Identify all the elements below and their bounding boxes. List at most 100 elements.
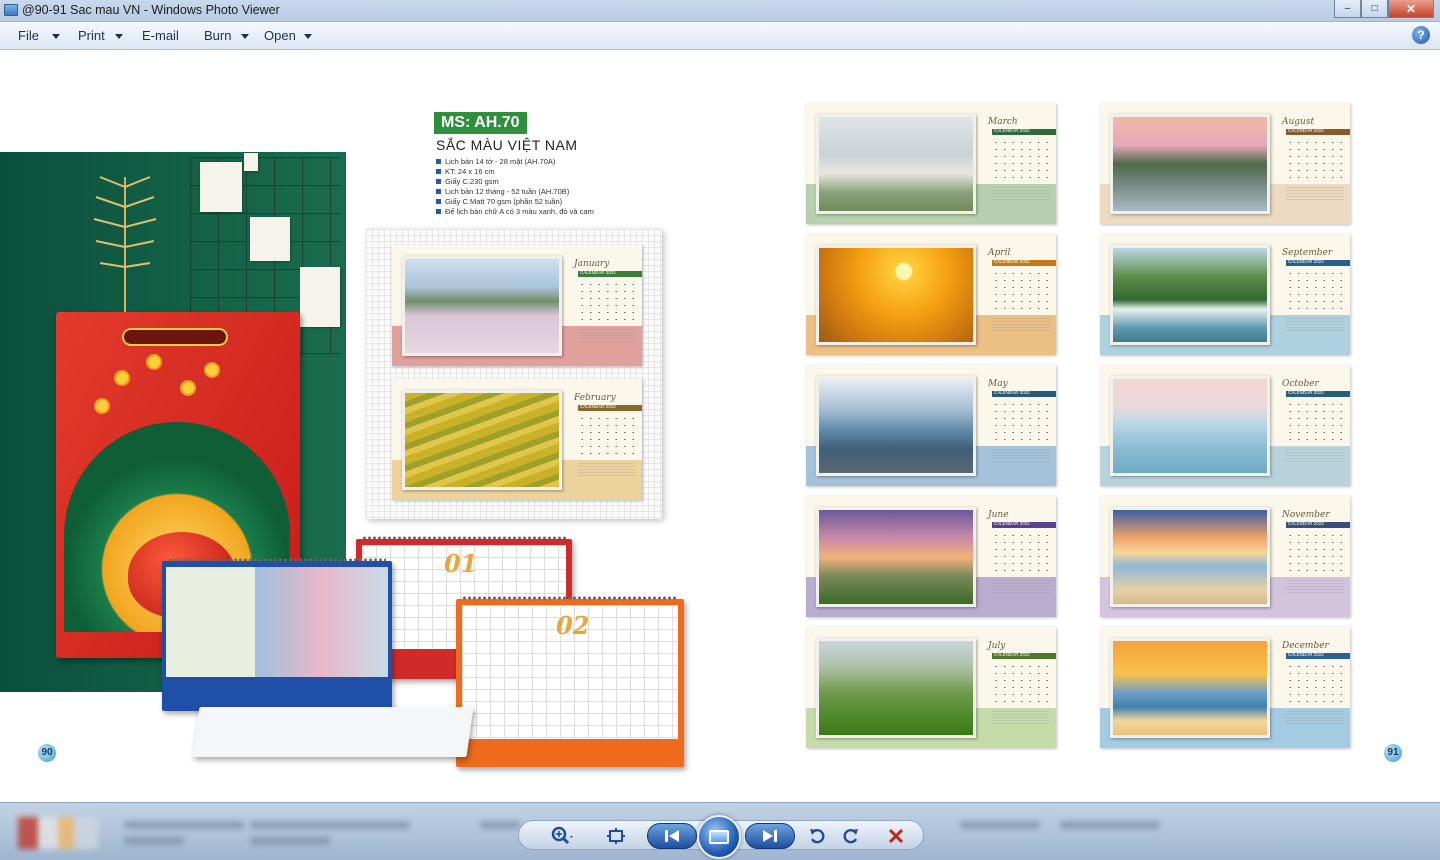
month-name: August bbox=[1282, 117, 1315, 127]
rotate-clockwise-icon bbox=[843, 829, 858, 844]
calendar-page-december: December CALENDAR 2022 bbox=[1100, 627, 1350, 748]
date-grid bbox=[1286, 270, 1346, 312]
date-grid bbox=[1286, 532, 1346, 574]
navigation-controls bbox=[518, 815, 924, 859]
page-number-left: 90 bbox=[38, 744, 56, 762]
previous-icon bbox=[665, 830, 679, 842]
blossom-flower bbox=[116, 372, 128, 384]
zoom-button[interactable] bbox=[545, 824, 581, 848]
product-name: SẮC MÀU VIỆT NAM bbox=[436, 137, 578, 153]
print-dropdown-icon[interactable] bbox=[115, 34, 123, 39]
peach-blossom-page bbox=[166, 567, 388, 677]
spec-item: Lịch bàn 14 tờ - 28 mặt (AH.70A) bbox=[436, 157, 594, 167]
calendar-year-label: CALENDAR 2022 bbox=[994, 652, 1030, 657]
burn-dropdown-icon[interactable] bbox=[241, 34, 249, 39]
calendar-year-label: CALENDAR 2022 bbox=[1288, 521, 1324, 526]
minimize-button[interactable]: – bbox=[1334, 0, 1361, 18]
spec-item: Giấy C.230 gsm bbox=[436, 177, 594, 187]
calendar-year-strip: CALENDAR 2022 bbox=[1286, 390, 1350, 397]
date-grid bbox=[1286, 663, 1346, 705]
photo-viewer-app-icon bbox=[4, 4, 18, 16]
spec-item: Đế lịch bàn chữ A có 3 màu xanh, đỏ và c… bbox=[436, 207, 594, 217]
menu-burn[interactable]: Burn bbox=[204, 28, 231, 43]
next-button[interactable] bbox=[745, 823, 795, 849]
slideshow-button[interactable] bbox=[697, 815, 741, 859]
calendar-year-label: CALENDAR 2022 bbox=[580, 404, 616, 409]
calendar-year-strip: CALENDAR 2022 bbox=[992, 521, 1056, 528]
caption-text bbox=[992, 711, 1050, 725]
page-number-right: 91 bbox=[1384, 744, 1402, 762]
previous-button[interactable] bbox=[647, 823, 697, 849]
actual-size-button[interactable] bbox=[603, 824, 629, 848]
calendar-page-november: November CALENDAR 2022 bbox=[1100, 496, 1350, 617]
spiral-binding bbox=[362, 535, 566, 541]
menu-open-label: Open bbox=[264, 28, 296, 43]
sunrise-sea-photo bbox=[1110, 638, 1270, 738]
date-grid bbox=[992, 139, 1052, 181]
date-grid bbox=[992, 270, 1052, 312]
product-code-badge: MS: AH.70 bbox=[434, 112, 527, 134]
calendar-year-strip: CALENDAR 2022 bbox=[1286, 521, 1350, 528]
month-name: November bbox=[1282, 510, 1330, 520]
rotate-counterclockwise-button[interactable] bbox=[805, 824, 829, 848]
rice-terrace-photo bbox=[402, 390, 562, 490]
maximize-button[interactable]: □ bbox=[1361, 0, 1388, 18]
menu-email-label: E-mail bbox=[142, 28, 179, 43]
menu-email[interactable]: E-mail bbox=[142, 28, 179, 43]
month-name: February bbox=[574, 393, 616, 403]
sunset-beach-photo bbox=[1110, 507, 1270, 607]
month-name: June bbox=[988, 510, 1009, 520]
caption-text bbox=[578, 329, 636, 343]
month-name: December bbox=[1282, 641, 1329, 651]
delete-button[interactable] bbox=[883, 824, 909, 848]
actual-size-icon bbox=[607, 828, 625, 844]
calendar-page-may: May CALENDAR 2022 bbox=[806, 365, 1056, 486]
blossom-flower bbox=[148, 356, 160, 368]
calendar-year-label: CALENDAR 2022 bbox=[1288, 259, 1324, 264]
blurred-file-info bbox=[124, 837, 184, 845]
menu-file[interactable]: File bbox=[18, 28, 39, 43]
menu-print-label: Print bbox=[78, 28, 105, 43]
date-grid bbox=[1286, 139, 1346, 181]
blurred-file-info bbox=[960, 821, 1040, 829]
calendar-page-october: October CALENDAR 2022 bbox=[1100, 365, 1350, 486]
image-viewport[interactable]: MS: AH.70 SẮC MÀU VIỆT NAM Lịch bàn 14 t… bbox=[0, 51, 1440, 802]
caption-text bbox=[1286, 187, 1344, 201]
calendar-year-label: CALENDAR 2022 bbox=[1288, 652, 1324, 657]
calendar-page-june: June CALENDAR 2022 bbox=[806, 496, 1056, 617]
menu-burn-label: Burn bbox=[204, 28, 232, 43]
desk-calendar-blue bbox=[162, 557, 392, 711]
file-dropdown-icon[interactable] bbox=[52, 34, 60, 39]
pebble-beach-photo bbox=[816, 376, 976, 476]
spiral-binding bbox=[168, 557, 386, 563]
menu-bar: File Print E-mail Burn Open ? bbox=[0, 22, 1440, 50]
date-grid bbox=[992, 401, 1052, 443]
close-button[interactable]: ✕ bbox=[1388, 0, 1434, 18]
rotate-clockwise-button[interactable] bbox=[839, 824, 863, 848]
menu-print[interactable]: Print bbox=[78, 28, 105, 43]
menu-file-label: File bbox=[18, 28, 39, 43]
wall-mini-card bbox=[244, 153, 258, 171]
month-name: May bbox=[988, 379, 1008, 389]
caption-text bbox=[992, 580, 1050, 594]
tea-hills-photo bbox=[816, 638, 976, 738]
date-grid bbox=[1286, 401, 1346, 443]
calendar-page-january: January CALENDAR 2022 bbox=[392, 245, 642, 366]
caption-text bbox=[992, 449, 1050, 463]
blurred-file-info bbox=[1060, 821, 1160, 829]
menu-open[interactable]: Open bbox=[264, 28, 296, 43]
open-dropdown-icon[interactable] bbox=[304, 34, 312, 39]
calendar-page-july: July CALENDAR 2022 bbox=[806, 627, 1056, 748]
blurred-file-info bbox=[250, 821, 410, 829]
next-icon bbox=[763, 830, 777, 842]
window-controls: – □ ✕ bbox=[1334, 0, 1434, 18]
catalog-spread-image: MS: AH.70 SẮC MÀU VIỆT NAM Lịch bàn 14 t… bbox=[0, 67, 1440, 787]
window-title: @90-91 Sac mau VN - Windows Photo Viewer bbox=[22, 3, 280, 17]
spec-list: Lịch bàn 14 tờ - 28 mặt (AH.70A) KT: 24 … bbox=[436, 157, 594, 217]
bag-handle-slot bbox=[122, 328, 228, 346]
month-number: 01 bbox=[444, 549, 478, 578]
calendar-year-strip: CALENDAR 2022 bbox=[1286, 652, 1350, 659]
help-icon[interactable]: ? bbox=[1412, 26, 1430, 44]
desk-calendar-base bbox=[192, 707, 474, 757]
month-name: July bbox=[988, 641, 1006, 651]
